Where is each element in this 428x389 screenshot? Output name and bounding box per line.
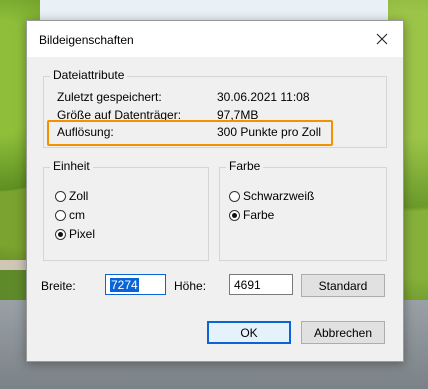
color-option-color[interactable]: Farbe bbox=[229, 208, 274, 222]
standard-button[interactable]: Standard bbox=[301, 274, 385, 297]
image-properties-dialog: Bildeigenschaften Dateiattribute Zuletzt… bbox=[26, 20, 404, 362]
radio-selected-icon bbox=[55, 228, 66, 240]
width-label: Breite: bbox=[41, 279, 76, 293]
title-bar: Bildeigenschaften bbox=[27, 21, 403, 57]
height-value: 4691 bbox=[234, 278, 261, 292]
unit-option-label: cm bbox=[69, 208, 85, 222]
ok-button[interactable]: OK bbox=[207, 321, 291, 344]
height-input[interactable]: 4691 bbox=[229, 274, 293, 295]
close-button[interactable] bbox=[369, 27, 395, 51]
color-group-label: Farbe bbox=[226, 159, 264, 173]
color-option-label: Farbe bbox=[243, 208, 275, 222]
unit-option-pixel[interactable]: Pixel bbox=[55, 227, 95, 241]
unit-option-cm[interactable]: cm bbox=[55, 208, 85, 222]
dialog-title: Bildeigenschaften bbox=[39, 33, 134, 47]
height-label: Höhe: bbox=[174, 279, 207, 293]
resolution-label: Auflösung: bbox=[57, 125, 114, 139]
unit-option-zoll[interactable]: Zoll bbox=[55, 189, 88, 203]
unit-option-label: Zoll bbox=[69, 189, 89, 203]
resolution-value: 300 Punkte pro Zoll bbox=[217, 125, 322, 139]
cancel-button[interactable]: Abbrechen bbox=[301, 321, 385, 344]
last-saved-value: 30.06.2021 11:08 bbox=[217, 90, 310, 104]
radio-selected-icon bbox=[229, 209, 240, 221]
radio-icon bbox=[55, 190, 66, 202]
color-option-bw[interactable]: Schwarzweiß bbox=[229, 189, 314, 203]
radio-icon bbox=[229, 190, 240, 202]
unit-option-label: Pixel bbox=[69, 227, 96, 241]
last-saved-label: Zuletzt gespeichert: bbox=[57, 90, 162, 104]
unit-group-label: Einheit bbox=[50, 159, 93, 173]
file-attributes-label: Dateiattribute bbox=[50, 68, 128, 82]
radio-icon bbox=[55, 209, 66, 221]
close-icon bbox=[376, 33, 388, 45]
color-option-label: Schwarzweiß bbox=[243, 189, 315, 203]
width-value: 7274 bbox=[110, 278, 139, 292]
width-input[interactable]: 7274 bbox=[105, 274, 166, 295]
